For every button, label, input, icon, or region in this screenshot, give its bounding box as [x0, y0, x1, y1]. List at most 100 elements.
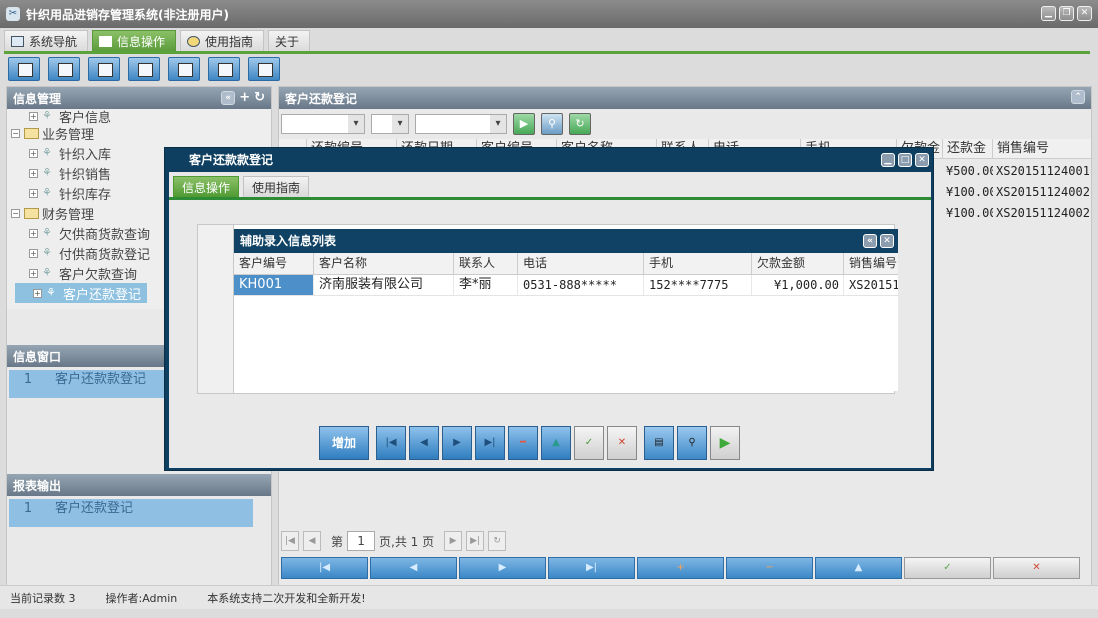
- tree-folder-business[interactable]: − 业务管理: [11, 123, 271, 143]
- tab-about[interactable]: 关于: [268, 30, 311, 52]
- dialog-titlebar: 客户还款款登记 ▁ □ ✕: [165, 148, 933, 172]
- first-page-icon[interactable]: |◀: [281, 531, 299, 551]
- confirm-icon[interactable]: ✓: [574, 426, 604, 460]
- printer-icon[interactable]: ▤: [644, 426, 674, 460]
- menu-tabs: 系统导航 信息操作 使用指南 关于: [4, 30, 311, 52]
- confirm-button[interactable]: ✓: [904, 557, 991, 579]
- report-output-section: 报表输出 1 客户还款登记: [7, 474, 271, 584]
- info-manage-header: 信息管理 « + ↻: [7, 87, 271, 109]
- dialog-body: 信息操作 使用指南 辅助录入信息列表 « ✕ 客户编号 客户名称 联系人 电话: [169, 172, 931, 468]
- preview-icon[interactable]: ⚲: [677, 426, 707, 460]
- expand-icon[interactable]: +: [29, 168, 38, 178]
- restore-icon[interactable]: ❐: [1059, 6, 1074, 21]
- folder-icon: [24, 207, 39, 219]
- item-icon: ⚘: [42, 226, 52, 239]
- book-tool-button[interactable]: [48, 57, 80, 81]
- assist-close-icon[interactable]: ✕: [880, 234, 894, 248]
- expand-icon[interactable]: +: [33, 288, 42, 298]
- next-page-icon[interactable]: ▶: [444, 531, 463, 551]
- collapse-up-icon[interactable]: ⌃: [1071, 90, 1085, 104]
- folder-icon: [24, 127, 39, 139]
- dialog-tab-underline: [169, 197, 931, 200]
- tab-info-ops[interactable]: 信息操作: [92, 30, 177, 52]
- field-select[interactable]: [281, 114, 365, 134]
- minimize-icon[interactable]: ▁: [1041, 6, 1056, 21]
- item-icon: ⚘: [42, 146, 52, 159]
- expand-icon[interactable]: +: [29, 248, 38, 258]
- collapse-node-icon[interactable]: −: [11, 208, 20, 218]
- collapse-icon[interactable]: «: [221, 90, 236, 105]
- play-icon[interactable]: ▶: [513, 113, 535, 135]
- refresh-icon[interactable]: ↻: [254, 90, 265, 105]
- expand-icon[interactable]: +: [29, 228, 38, 238]
- dialog-toolbar: 增加 |◀ ◀ ▶ ▶| ━ ▲ ✓ ✕ ▤ ⚲ ▶: [319, 426, 740, 460]
- tree-item-customer-info[interactable]: + ⚘ 客户信息: [11, 109, 271, 126]
- first-record-icon[interactable]: |◀: [376, 426, 406, 460]
- repay-dialog: 客户还款款登记 ▁ □ ✕ 信息操作 使用指南 辅助录入信息列表 « ✕ 客户编…: [164, 147, 934, 471]
- user-search-icon[interactable]: ⚲: [541, 113, 563, 135]
- cancel-icon[interactable]: ✕: [607, 426, 637, 460]
- item-icon: ⚘: [42, 246, 52, 259]
- prev-record-icon[interactable]: ◀: [409, 426, 439, 460]
- tree-item-customer-repay[interactable]: + ⚘ 客户还款登记: [15, 283, 147, 303]
- print-tool-button[interactable]: [248, 57, 280, 81]
- record-count: 当前记录数 3: [10, 591, 76, 605]
- document-tool-button[interactable]: [88, 57, 120, 81]
- prev-record-button[interactable]: ◀: [370, 557, 457, 579]
- last-record-icon[interactable]: ▶|: [475, 426, 505, 460]
- grid-icon: [99, 36, 113, 47]
- filter-toolbar: ▶ ⚲ ↻: [281, 113, 591, 135]
- dialog-tab-guide[interactable]: 使用指南: [243, 176, 310, 198]
- item-icon: ⚘: [42, 166, 52, 179]
- expand-icon[interactable]: +: [29, 188, 38, 198]
- window-controls: ▁ ❐ ✕: [1041, 6, 1092, 21]
- prev-page-icon[interactable]: ◀: [303, 531, 321, 551]
- users-tool-button[interactable]: [128, 57, 160, 81]
- main-toolbar: [8, 57, 280, 81]
- add-icon[interactable]: +: [239, 90, 250, 105]
- dialog-tabs: 信息操作 使用指南: [173, 176, 310, 198]
- next-record-icon[interactable]: ▶: [442, 426, 472, 460]
- dialog-tab-info-ops[interactable]: 信息操作: [173, 176, 240, 198]
- close-icon[interactable]: ✕: [1077, 6, 1092, 21]
- assist-list-header: 辅助录入信息列表 « ✕: [234, 229, 898, 253]
- last-page-icon[interactable]: ▶|: [466, 531, 485, 551]
- expand-icon[interactable]: +: [29, 111, 38, 121]
- item-icon: ⚘: [42, 109, 52, 122]
- dialog-minimize-icon[interactable]: ▁: [881, 153, 895, 167]
- assist-collapse-icon[interactable]: «: [863, 234, 877, 248]
- window-title: 针织用品进销存管理系统(非注册用户): [26, 7, 229, 22]
- first-record-button[interactable]: |◀: [281, 557, 368, 579]
- window-tool-button[interactable]: [168, 57, 200, 81]
- export-tool-button[interactable]: [208, 57, 240, 81]
- delete-icon[interactable]: ━: [508, 426, 538, 460]
- item-icon: ⚘: [42, 266, 52, 279]
- collapse-node-icon[interactable]: −: [11, 128, 20, 138]
- cancel-button[interactable]: ✕: [993, 557, 1080, 579]
- list-item[interactable]: 1 客户还款登记: [9, 499, 253, 527]
- operator-select[interactable]: [371, 114, 409, 134]
- delete-record-button[interactable]: −: [726, 557, 813, 579]
- dialog-close-icon[interactable]: ✕: [915, 153, 929, 167]
- last-record-button[interactable]: ▶|: [548, 557, 635, 579]
- table-row[interactable]: KH001 济南服装有限公司 李*丽 0531-888***** 152****…: [234, 275, 898, 296]
- play-icon[interactable]: ▶: [710, 426, 740, 460]
- tab-system-nav[interactable]: 系统导航: [4, 30, 89, 52]
- reload-icon[interactable]: ↻: [488, 531, 507, 551]
- edit-record-button[interactable]: ▲: [815, 557, 902, 579]
- clock-icon: [187, 36, 201, 47]
- next-record-button[interactable]: ▶: [459, 557, 546, 579]
- edit-icon[interactable]: ▲: [541, 426, 571, 460]
- dialog-maximize-icon[interactable]: □: [898, 153, 912, 167]
- add-record-button[interactable]: +: [637, 557, 724, 579]
- add-button[interactable]: 增加: [319, 426, 369, 460]
- expand-icon[interactable]: +: [29, 268, 38, 278]
- refresh-grid-icon[interactable]: ↻: [569, 113, 591, 135]
- status-bar: 当前记录数 3 操作者:Admin 本系统支持二次开发和全新开发!: [0, 585, 1098, 609]
- page-input[interactable]: 1: [347, 531, 376, 551]
- expand-icon[interactable]: +: [29, 148, 38, 158]
- value-select[interactable]: [415, 114, 507, 134]
- tab-guide[interactable]: 使用指南: [180, 30, 265, 52]
- status-message: 本系统支持二次开发和全新开发!: [207, 591, 366, 605]
- search-tool-button[interactable]: [8, 57, 40, 81]
